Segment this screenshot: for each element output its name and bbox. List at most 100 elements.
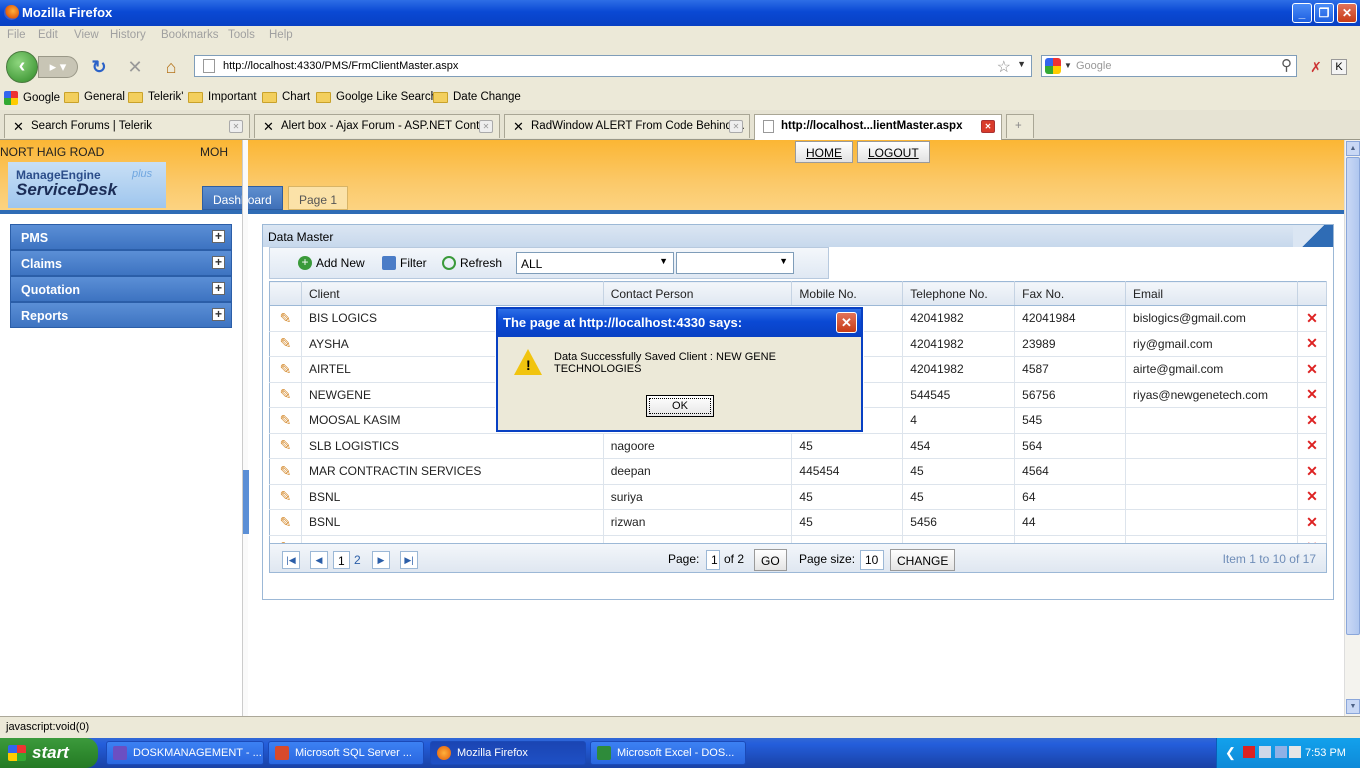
menu-tools[interactable]: Tools [228, 29, 255, 41]
delete-icon[interactable]: ✕ [1297, 331, 1328, 357]
dialog-close-button[interactable]: ✕ [836, 312, 857, 333]
tab-client-master[interactable]: http://localhost...lientMaster.aspx ✕ [754, 114, 1002, 140]
column-header-telephone[interactable]: Telephone No. [902, 281, 1016, 306]
expand-icon[interactable]: + [212, 230, 225, 243]
url-bar[interactable]: http://localhost:4330/PMS/FrmClientMaste… [194, 55, 1032, 77]
table-row[interactable]: ✎ SLB LOGISTICS nagoore 45 454 564 ✕ [269, 433, 1328, 459]
bookmark-general[interactable]: General [64, 91, 125, 103]
scroll-up-icon[interactable]: ▲ [1346, 141, 1360, 156]
taskbar-item-doskmanagement[interactable]: DOSKMANAGEMENT - ... [106, 741, 264, 765]
menu-history[interactable]: History [110, 29, 146, 41]
column-header-email[interactable]: Email [1125, 281, 1298, 306]
home-icon[interactable]: ⌂ [160, 56, 182, 78]
menu-edit[interactable]: Edit [38, 29, 58, 41]
first-page-button[interactable]: |◀ [282, 551, 300, 569]
logout-button[interactable]: LOGOUT [857, 141, 930, 163]
bookmark-date-change[interactable]: Date Change [433, 91, 521, 103]
addon-icon[interactable]: ✗ [1305, 56, 1327, 78]
bookmark-star-icon[interactable]: ☆ [997, 57, 1011, 77]
forward-button[interactable]: ▸ ▾ [38, 56, 78, 78]
splitter-handle[interactable] [243, 470, 249, 534]
page-2-link[interactable]: 2 [350, 551, 365, 569]
sidebar-item-quotation[interactable]: Quotation + [10, 276, 232, 302]
bookmark-google[interactable]: Google [4, 91, 60, 105]
pane-splitter[interactable] [242, 140, 249, 716]
delete-icon[interactable]: ✕ [1297, 407, 1328, 434]
bookmark-google-like-search[interactable]: Goolge Like Search [316, 91, 437, 103]
url-dropdown-icon[interactable]: ▼ [1017, 59, 1026, 69]
tab-radwindow-alert[interactable]: ✕ RadWindow ALERT From Code Behind ... ✕ [504, 114, 750, 138]
search-box[interactable]: ▼ Google ⚲ [1041, 55, 1297, 77]
column-header-fax[interactable]: Fax No. [1014, 281, 1127, 306]
reload-icon[interactable]: ↻ [88, 56, 110, 78]
column-header-mobile[interactable]: Mobile No. [791, 281, 904, 306]
tray-volume-icon[interactable] [1289, 746, 1301, 758]
filter-button[interactable]: Filter [382, 256, 427, 270]
bookmark-chart[interactable]: Chart [262, 91, 310, 103]
edit-icon[interactable]: ✎ [269, 509, 302, 536]
scroll-thumb[interactable] [1346, 157, 1360, 635]
bookmark-telerik[interactable]: Telerik' [128, 91, 183, 103]
edit-icon[interactable]: ✎ [269, 356, 302, 383]
last-page-button[interactable]: ▶| [400, 551, 418, 569]
filter-select-2[interactable]: ▼ [676, 252, 794, 274]
restore-button[interactable]: ❐ [1314, 3, 1334, 23]
delete-icon[interactable]: ✕ [1297, 458, 1328, 485]
delete-icon[interactable]: ✕ [1297, 484, 1328, 510]
filter-select-1[interactable]: ALL ▼ [516, 252, 674, 274]
delete-icon[interactable]: ✕ [1297, 356, 1328, 383]
delete-icon[interactable]: ✕ [1297, 509, 1328, 536]
taskbar-item-sql-server[interactable]: Microsoft SQL Server ... [268, 741, 424, 765]
table-row[interactable]: ✎ BSNL suriya 45 45 64 ✕ [269, 484, 1328, 510]
expand-icon[interactable]: + [212, 282, 225, 295]
start-button[interactable]: start [0, 738, 98, 768]
bookmark-important[interactable]: Important [188, 91, 257, 103]
tray-antivirus-icon[interactable] [1243, 746, 1255, 758]
tray-display-icon[interactable] [1275, 746, 1287, 758]
page-1-link[interactable]: 1 [333, 551, 350, 569]
search-magnifier-icon[interactable]: ⚲ [1281, 56, 1292, 74]
tab-close-icon[interactable]: ✕ [229, 120, 243, 133]
tab-page-1[interactable]: Page 1 [288, 186, 349, 210]
edit-icon[interactable]: ✎ [269, 433, 302, 459]
menu-file[interactable]: File [7, 29, 26, 41]
column-header-contact[interactable]: Contact Person [603, 281, 793, 306]
sidebar-item-pms[interactable]: PMS + [10, 224, 232, 250]
sidebar-item-reports[interactable]: Reports + [10, 302, 232, 328]
vertical-scrollbar[interactable]: ▲ ▼ [1344, 140, 1360, 716]
sidebar-item-claims[interactable]: Claims + [10, 250, 232, 276]
table-row[interactable]: ✎ BSNL rizwan 45 5456 44 ✕ [269, 509, 1328, 536]
page-size-input[interactable]: 10 [860, 550, 884, 570]
tray-network-icon[interactable] [1259, 746, 1271, 758]
delete-icon[interactable]: ✕ [1297, 382, 1328, 408]
scroll-down-icon[interactable]: ▼ [1346, 699, 1360, 714]
edit-icon[interactable]: ✎ [269, 484, 302, 510]
column-header-client[interactable]: Client [301, 281, 604, 306]
delete-icon[interactable]: ✕ [1297, 305, 1328, 332]
taskbar-item-excel[interactable]: Microsoft Excel - DOS... [590, 741, 746, 765]
next-page-button[interactable]: ▶ [372, 551, 390, 569]
edit-icon[interactable]: ✎ [269, 458, 302, 485]
prev-page-button[interactable]: ◀ [310, 551, 328, 569]
tab-alert-box[interactable]: ✕ Alert box - Ajax Forum - ASP.NET Cont.… [254, 114, 500, 138]
close-window-button[interactable]: ✕ [1337, 3, 1357, 23]
menu-bookmarks[interactable]: Bookmarks [161, 29, 219, 41]
expand-icon[interactable]: + [212, 256, 225, 269]
edit-icon[interactable]: ✎ [269, 305, 302, 332]
menu-help[interactable]: Help [269, 29, 293, 41]
minimize-button[interactable]: _ [1292, 3, 1312, 23]
page-input[interactable]: 1 [706, 550, 720, 570]
table-row[interactable]: ✎ MAR CONTRACTIN SERVICES deepan 445454 45 45… [269, 458, 1328, 485]
back-button[interactable]: ‹ [6, 51, 38, 83]
refresh-button[interactable]: Refresh [442, 256, 502, 270]
home-button[interactable]: HOME [795, 141, 853, 163]
tab-search-forums[interactable]: ✕ Search Forums | Telerik ✕ [4, 114, 250, 138]
change-button[interactable]: CHANGE [890, 549, 956, 571]
search-engine-dropdown-icon[interactable]: ▼ [1064, 61, 1072, 70]
new-tab-button[interactable]: + [1006, 114, 1034, 138]
tab-close-icon[interactable]: ✕ [479, 120, 493, 133]
delete-icon[interactable]: ✕ [1297, 433, 1328, 459]
add-new-button[interactable]: + Add New [298, 256, 365, 270]
ok-button[interactable]: OK [646, 395, 714, 417]
tray-arrow-icon[interactable]: ❮ [1225, 745, 1236, 761]
